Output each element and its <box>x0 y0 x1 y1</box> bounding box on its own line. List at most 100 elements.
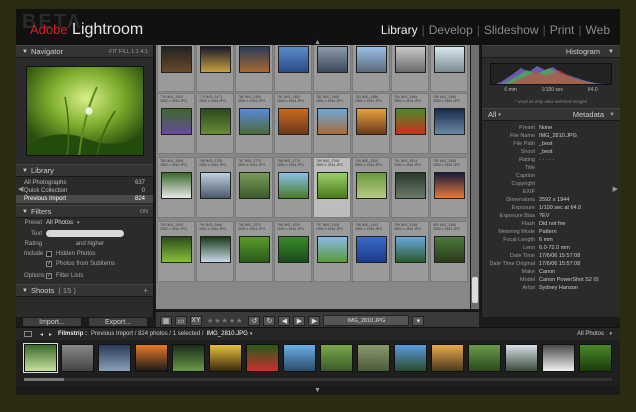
module-develop[interactable]: Develop <box>425 23 477 37</box>
grid-scrollbar[interactable] <box>471 45 479 309</box>
cell-rating[interactable]: · · · · · <box>320 274 340 279</box>
text-search-input[interactable] <box>46 230 124 237</box>
photo-thumbnail[interactable] <box>395 236 426 263</box>
grid-scroll-thumb[interactable] <box>472 277 478 303</box>
photo-thumbnail[interactable] <box>278 46 309 73</box>
library-item-previous-import[interactable]: Previous Import 824 <box>16 195 153 203</box>
grid-cell[interactable]: 797 IMG_3108 2592 x 1944 JPG · · · · · <box>313 221 351 282</box>
filmstrip[interactable] <box>16 340 620 386</box>
cell-rating[interactable]: · · · · · <box>242 210 262 215</box>
cell-rating[interactable]: · · · · · <box>320 146 340 151</box>
photo-thumbnail[interactable] <box>200 46 231 73</box>
photo-thumbnail[interactable] <box>200 236 231 263</box>
forward-arrow-icon[interactable]: ▸ <box>49 331 52 338</box>
cell-rating[interactable]: · · · · · <box>203 84 223 89</box>
photo-thumbnail[interactable] <box>356 236 387 263</box>
metadata-set-dropdown[interactable]: All <box>488 110 496 119</box>
cell-rating[interactable]: · · · · · <box>203 274 223 279</box>
grid-cell[interactable]: 786 IMG_2728 2592 x 1944 JPG · · · · · <box>196 157 234 218</box>
module-web[interactable]: Web <box>582 23 614 37</box>
preset-dropdown[interactable]: All Photos <box>46 220 73 226</box>
histogram-header[interactable]: Histogram ▼ <box>482 45 620 58</box>
filmstrip-scrollbar[interactable] <box>24 378 612 381</box>
photo-thumbnail[interactable] <box>434 236 465 263</box>
filmstrip-thumbnail[interactable] <box>357 344 390 372</box>
filmstrip-thumbnail[interactable] <box>283 344 316 372</box>
grid-cell[interactable]: 781 IMG_2463 2592 x 1944 JPG · · · · · <box>274 93 312 154</box>
cell-rating[interactable]: · · · · · <box>242 274 262 279</box>
cell-rating[interactable]: · · · · · <box>359 274 379 279</box>
cell-rating[interactable]: · · · · · <box>320 210 340 215</box>
filmstrip-thumbnail[interactable] <box>505 344 538 372</box>
cell-rating[interactable]: · · · · · <box>164 210 184 215</box>
photo-thumbnail[interactable] <box>395 46 426 73</box>
cell-rating[interactable]: · · · · · <box>203 210 223 215</box>
photo-thumbnail[interactable] <box>356 172 387 199</box>
cell-rating[interactable]: · · · · · <box>242 84 262 89</box>
cell-rating[interactable]: · · · · · <box>281 84 301 89</box>
photo-thumbnail[interactable] <box>161 172 192 199</box>
cell-rating[interactable]: · · · · · <box>359 84 379 89</box>
photo-thumbnail[interactable] <box>239 46 270 73</box>
cell-rating[interactable]: · · · · · <box>281 274 301 279</box>
navigator-preview[interactable] <box>26 66 144 156</box>
hidden-photos-checkbox[interactable] <box>46 251 52 257</box>
rotate-right-icon[interactable]: ↻ <box>263 315 276 326</box>
filmstrip-thumbnail[interactable] <box>23 343 58 373</box>
grid-cell[interactable]: 793 IMG_2940 2592 x 1944 JPG · · · · · <box>157 221 195 282</box>
metadata-header[interactable]: All ▾ Metadata ▼ <box>482 108 620 121</box>
cell-rating[interactable]: · · · · · <box>281 210 301 215</box>
cell-rating[interactable]: · · · · · <box>437 84 457 89</box>
compare-view-icon[interactable]: XY <box>190 315 202 326</box>
filmstrip-scroll-thumb[interactable] <box>24 378 64 381</box>
grid-cell[interactable]: 800 IMG_3164 2592 x 1944 JPG · · · · · <box>430 221 468 282</box>
cell-rating[interactable]: · · · · · <box>437 210 457 215</box>
module-print[interactable]: Print <box>546 23 579 37</box>
cell-rating[interactable]: · · · · · <box>164 146 184 151</box>
photo-thumbnail[interactable] <box>317 172 348 199</box>
grid-cell[interactable]: 795 IMG_2972 2592 x 1944 JPG · · · · · <box>235 221 273 282</box>
photo-thumbnail[interactable] <box>395 108 426 135</box>
filmstrip-thumbnail[interactable] <box>172 344 205 372</box>
grid-cell[interactable]: 779 IMG_2471 2592 x 1944 JPG · · · · · <box>196 93 234 154</box>
filmstrip-thumbnail[interactable] <box>209 344 242 372</box>
cell-rating[interactable]: · · · · · <box>203 146 223 151</box>
cell-rating[interactable]: · · · · · <box>359 146 379 151</box>
photo-thumbnail[interactable] <box>278 108 309 135</box>
photo-thumbnail[interactable] <box>239 236 270 263</box>
export-button[interactable]: Export... <box>88 317 148 327</box>
navigator-header[interactable]: ▼ Navigator FIT FILL 1:1 4:1 <box>16 45 153 58</box>
module-slideshow[interactable]: Slideshow <box>480 23 543 37</box>
filmstrip-filter-dropdown[interactable]: All Photos <box>577 331 604 337</box>
grid-cell[interactable]: 778 IMG_21602592 x 1944 JPG· · · · · <box>430 45 468 92</box>
cell-rating[interactable]: · · · · · <box>164 274 184 279</box>
play-icon[interactable]: ▶ <box>293 315 306 326</box>
photo-thumbnail[interactable] <box>356 108 387 135</box>
rating-mode-dropdown[interactable]: and higher <box>76 241 104 247</box>
toolbar-menu-icon[interactable]: ▾ <box>412 315 425 326</box>
cell-rating[interactable]: · · · · · <box>437 146 457 151</box>
module-library[interactable]: Library <box>377 23 422 37</box>
toolbar-rating-stars[interactable]: ★★★★★ <box>207 317 243 325</box>
subitems-checkbox[interactable]: ✓ <box>46 261 52 267</box>
photo-thumbnail[interactable] <box>434 172 465 199</box>
cell-rating[interactable]: · · · · · <box>281 146 301 151</box>
next-icon[interactable]: ▶ <box>308 315 321 326</box>
grid-cell[interactable]: 794 IMG_2946 2592 x 1944 JPG · · · · · <box>196 221 234 282</box>
cell-rating[interactable]: · · · · · <box>398 210 418 215</box>
grid-cell[interactable]: 790 IMG_2810 2592 x 1944 JPG · · · · · <box>352 157 390 218</box>
filmstrip-thumbnail[interactable] <box>579 344 612 372</box>
photo-thumbnail[interactable] <box>395 172 426 199</box>
photo-thumbnail[interactable] <box>200 108 231 135</box>
photo-thumbnail[interactable] <box>317 108 348 135</box>
filmstrip-toggle-icon[interactable]: ▼ <box>314 387 321 394</box>
grid-cell[interactable]: 783 IMG_2486 2592 x 1944 JPG · · · · · <box>352 93 390 154</box>
filmstrip-thumbnail[interactable] <box>542 344 575 372</box>
photo-thumbnail[interactable] <box>239 172 270 199</box>
library-header[interactable]: ▼ Library <box>16 164 153 177</box>
photo-thumbnail[interactable] <box>434 108 465 135</box>
filmstrip-thumbnail[interactable] <box>468 344 501 372</box>
cell-rating[interactable]: · · · · · <box>164 84 184 89</box>
cell-rating[interactable]: · · · · · <box>437 274 457 279</box>
grid-cell[interactable]: 792 IMG_2835 2592 x 1944 JPG · · · · · <box>430 157 468 218</box>
